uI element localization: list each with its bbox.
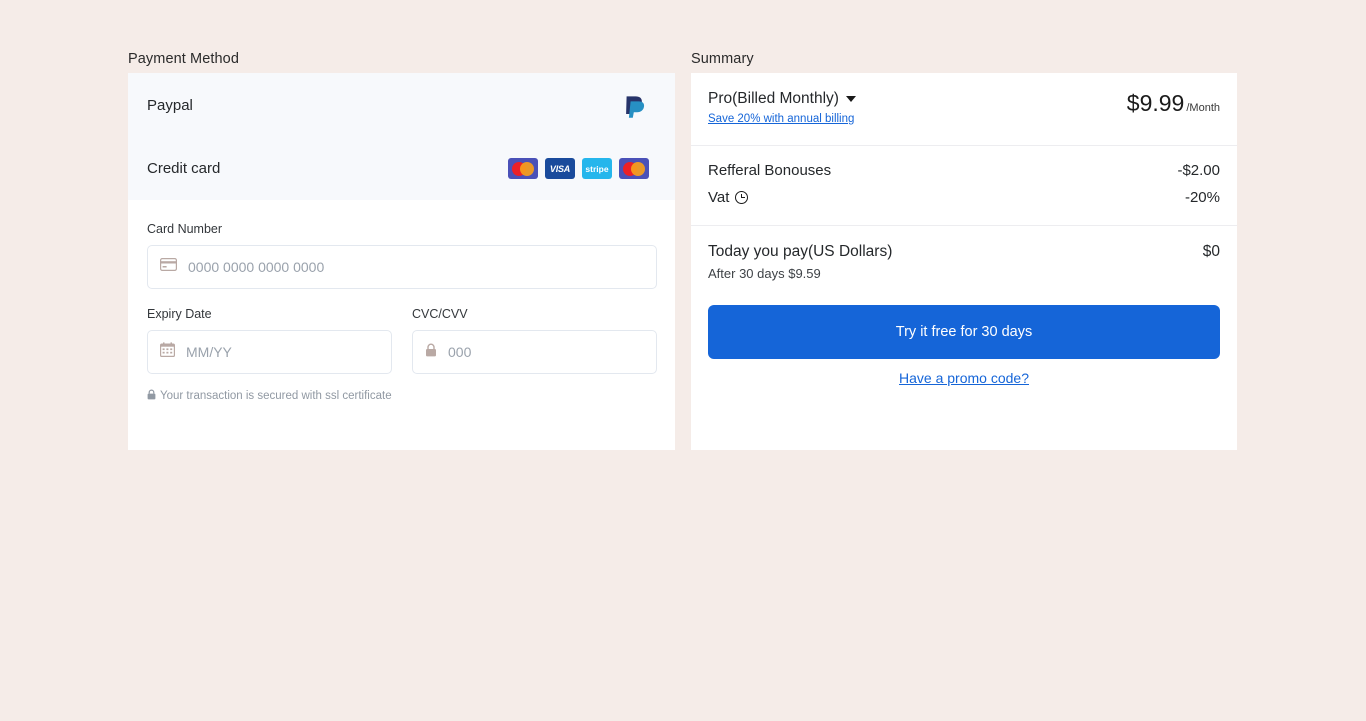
payment-option-paypal-label: Paypal <box>147 96 193 114</box>
total-note: After 30 days $9.59 <box>708 266 821 281</box>
expiry-date-input-wrapper[interactable] <box>147 330 392 374</box>
stripe-icon: stripe <box>582 158 612 179</box>
plan-price-amount: $9.99 <box>1126 90 1185 116</box>
expiry-cvc-row: Expiry Date MM/YY CVC/CVV 000 <box>147 307 657 374</box>
plan-name-label: Pro(Billed Monthly) <box>708 90 839 107</box>
promo-code-link[interactable]: Have a promo code? <box>708 370 1220 386</box>
calendar-icon <box>160 342 176 362</box>
expiry-date-group: Expiry Date <box>147 307 392 374</box>
cvc-label: CVC/CVV <box>412 307 468 321</box>
plan-price: $9.99/Month <box>1127 90 1220 117</box>
payment-option-paypal[interactable]: Paypal <box>128 73 675 137</box>
vat-value: -20% <box>1184 189 1220 206</box>
credit-card-form: Card Number Expiry Date <box>128 200 675 403</box>
payment-option-credit-card[interactable]: Credit card VISA stripe <box>128 137 675 200</box>
stripe-icon-label: stripe <box>585 163 609 174</box>
payment-method-card: Paypal Credit card VISA stripe Card Numb… <box>128 73 675 450</box>
payment-method-selector: Paypal Credit card VISA stripe <box>128 73 675 200</box>
paypal-icon <box>623 91 649 119</box>
expiry-date-input[interactable] <box>186 344 379 360</box>
ssl-secure-text: Your transaction is secured with ssl cer… <box>160 390 392 402</box>
summary-line-items: Refferal Bonouses -$2.00 Vat -20% <box>691 146 1237 225</box>
visa-icon: VISA <box>545 158 575 179</box>
vat-label: Vat <box>708 189 730 206</box>
plan-section: Pro(Billed Monthly) Save 20% with annual… <box>691 73 1237 145</box>
plan-selector[interactable]: Pro(Billed Monthly) <box>708 90 856 108</box>
line-item-label-wrapper: Vat <box>708 189 749 206</box>
credit-card-icon <box>160 258 178 276</box>
payment-method-caption: Payment Method <box>128 51 240 67</box>
referral-bonus-label: Refferal Bonouses <box>708 162 832 179</box>
total-label: Today you pay(US Dollars) <box>708 243 893 260</box>
chevron-down-icon[interactable] <box>845 96 856 102</box>
clock-icon[interactable] <box>735 191 749 204</box>
lock-icon <box>147 389 156 403</box>
card-number-input-wrapper[interactable] <box>147 245 657 289</box>
payment-option-credit-card-label: Credit card <box>147 160 221 177</box>
cvc-input-wrapper[interactable] <box>412 330 657 374</box>
referral-bonus-value: -$2.00 <box>1177 162 1220 179</box>
summary-caption: Summary <box>691 51 754 67</box>
mastercard-icon <box>619 158 649 179</box>
checkout-page: Payment Method Paypal Credit card VISA s… <box>0 0 1366 721</box>
try-free-button[interactable]: Try it free for 30 days <box>708 305 1220 359</box>
plan-price-period: /Month <box>1186 102 1220 114</box>
expiry-date-label: Expiry Date <box>147 307 212 321</box>
lock-icon <box>425 343 437 362</box>
summary-total-section: Today you pay(US Dollars) $0 After 30 da… <box>691 226 1237 386</box>
cvc-input[interactable] <box>448 344 644 360</box>
annual-billing-link[interactable]: Save 20% with annual billing <box>708 113 854 125</box>
card-brand-list: VISA stripe <box>508 158 649 179</box>
line-item: Refferal Bonouses -$2.00 <box>708 162 1220 179</box>
card-number-label: Card Number <box>147 222 223 236</box>
cvc-group: CVC/CVV <box>412 307 657 374</box>
summary-card: Pro(Billed Monthly) Save 20% with annual… <box>691 73 1237 450</box>
line-item: Vat -20% <box>708 189 1220 206</box>
ssl-secure-note: Your transaction is secured with ssl cer… <box>147 389 656 403</box>
total-value: $0 <box>1202 243 1220 260</box>
mastercard-icon <box>508 158 538 179</box>
card-number-input[interactable] <box>188 259 644 275</box>
line-item-label-wrapper: Refferal Bonouses <box>708 162 831 179</box>
visa-icon-label: VISA <box>549 163 571 174</box>
plan-info: Pro(Billed Monthly) Save 20% with annual… <box>708 90 856 127</box>
total-row: Today you pay(US Dollars) $0 <box>708 243 1220 261</box>
